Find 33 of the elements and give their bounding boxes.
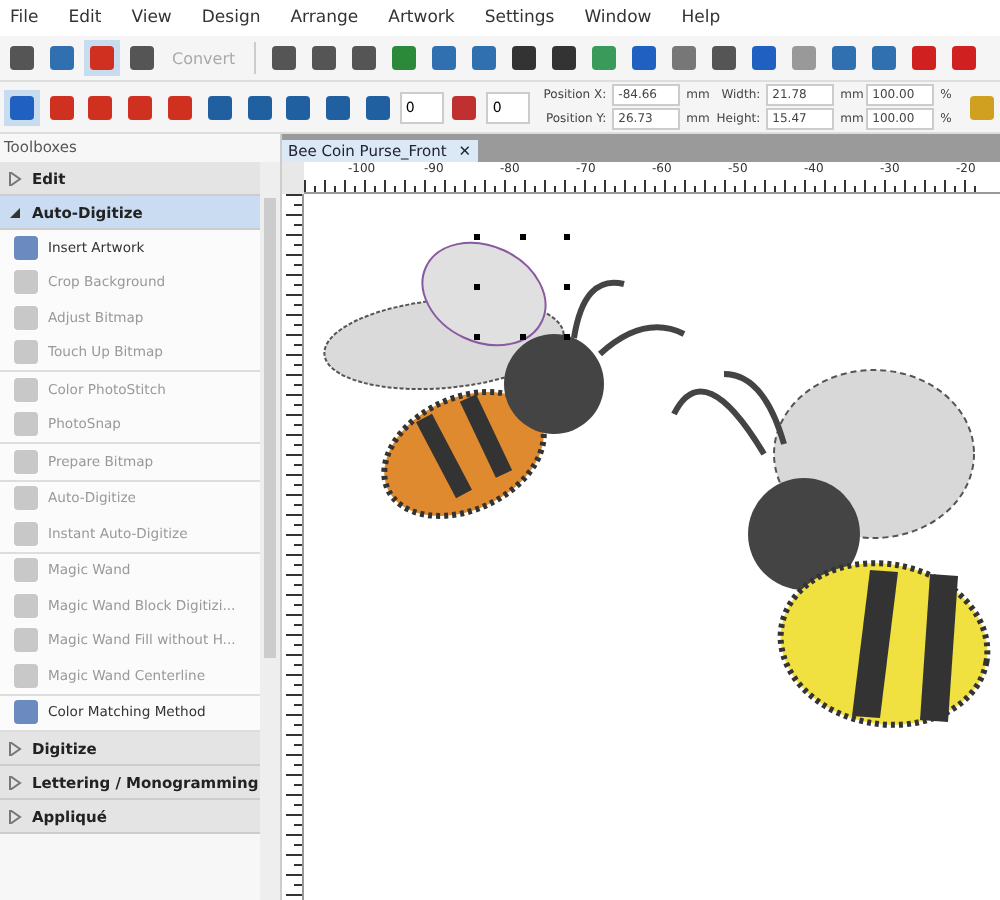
- expander-icon: [8, 171, 22, 185]
- tool-icon: [14, 235, 38, 260]
- tool-icon: [14, 305, 38, 330]
- tool-icon: [14, 449, 38, 474]
- scrollbar[interactable]: [260, 162, 280, 900]
- tool-icon: [14, 593, 38, 618]
- expander-icon: [8, 775, 22, 789]
- tool-icon: [14, 270, 38, 295]
- menu-item[interactable]: Artwork: [388, 8, 455, 28]
- menu-item[interactable]: File: [10, 8, 39, 28]
- bee-drawing[interactable]: [671, 369, 991, 728]
- menu-item[interactable]: Window: [584, 8, 652, 28]
- bee-drawing[interactable]: [323, 241, 687, 519]
- tool-icon: [14, 521, 38, 546]
- tool-icon: [14, 700, 38, 725]
- menu-item[interactable]: Edit: [68, 8, 102, 28]
- menu-item[interactable]: Settings: [484, 8, 555, 28]
- tool-icon: [14, 340, 38, 365]
- tool-icon: [14, 663, 38, 688]
- ruler-corner: [282, 162, 304, 194]
- expander-icon: [8, 205, 22, 219]
- expander-icon: [8, 741, 22, 755]
- menu-item[interactable]: Arrange: [290, 8, 359, 28]
- menu-item[interactable]: Help: [681, 8, 721, 28]
- tool-icon: [14, 486, 38, 511]
- tool-icon: [14, 412, 38, 437]
- tool-icon: [14, 377, 38, 402]
- tool-icon: [14, 628, 38, 653]
- menu-item[interactable]: View: [131, 8, 172, 28]
- tool-icon: [14, 558, 38, 583]
- expander-icon: [8, 809, 22, 823]
- menu-item[interactable]: Design: [201, 8, 261, 28]
- selection-handle-drawing[interactable]: [474, 234, 570, 340]
